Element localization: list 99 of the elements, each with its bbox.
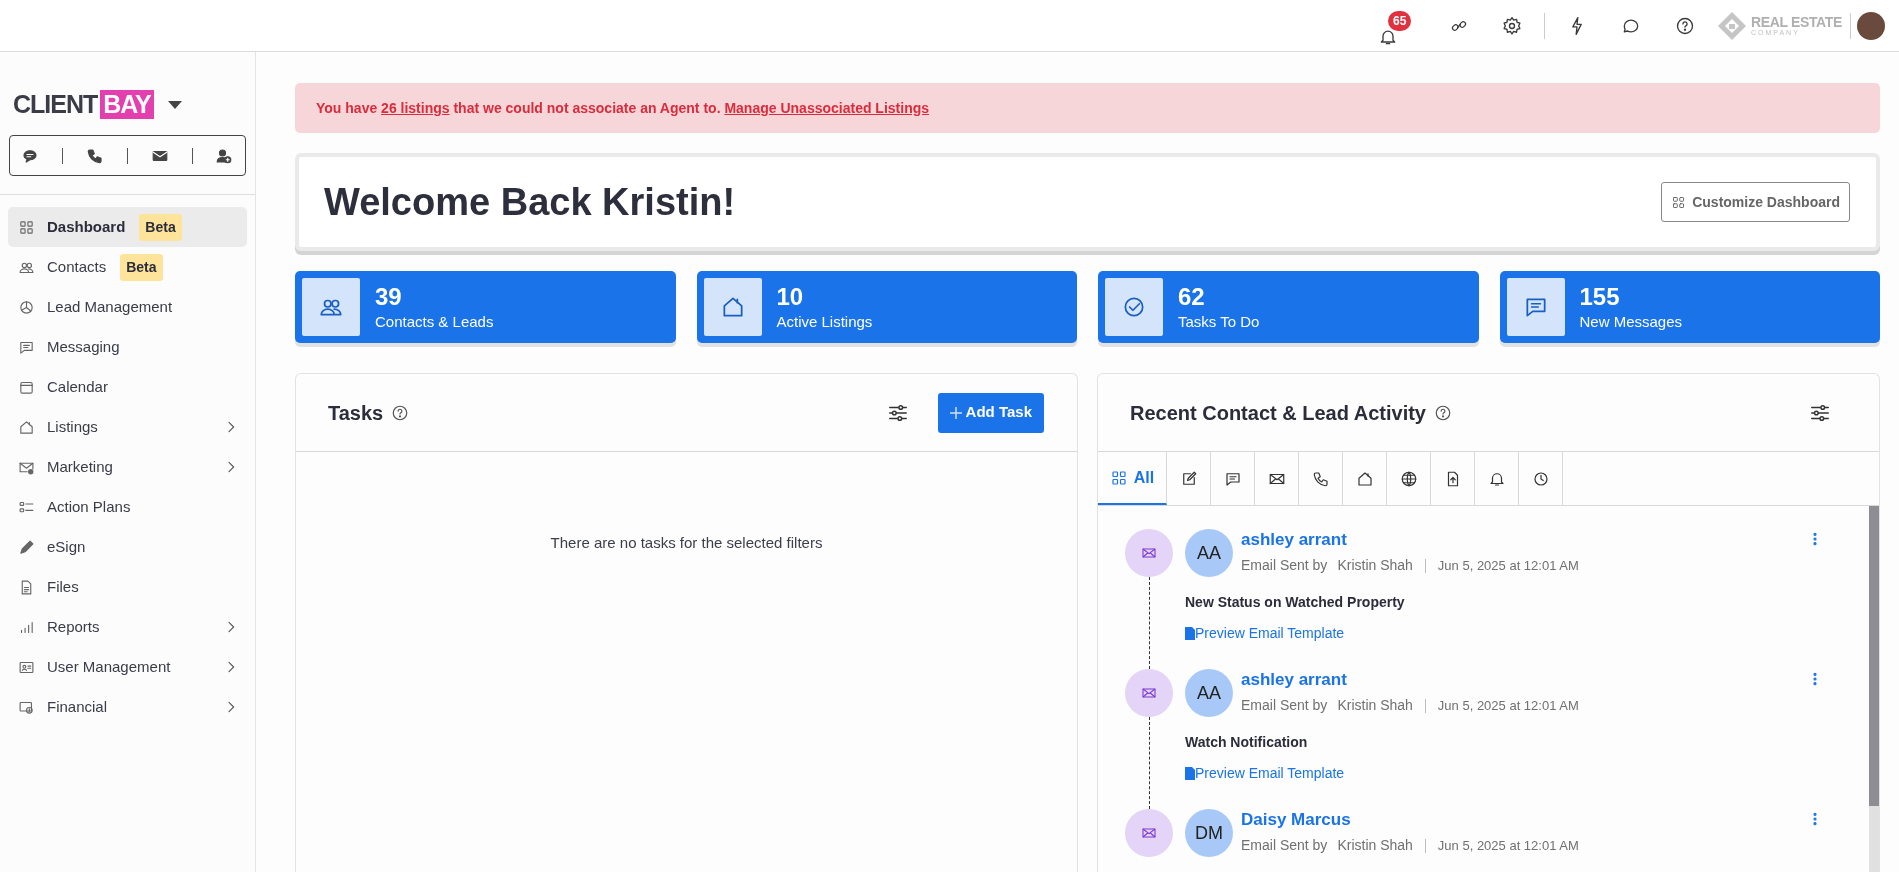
tasks-title: Tasks [328, 400, 384, 426]
sidebar-item[interactable]: eSign [8, 527, 247, 567]
stat-label: Active Listings [776, 312, 873, 332]
welcome-title: Welcome Back Kristin! [324, 179, 736, 225]
stat-value: 10 [776, 282, 805, 312]
sidebar-item-label: Dashboard [47, 216, 126, 237]
sidebar-item-label: Contacts [47, 256, 107, 277]
diamond-logo-icon [1716, 10, 1747, 41]
sidebar-item-label: Messaging [47, 336, 120, 357]
activity-title: Recent Contact & Lead Activity [1130, 400, 1426, 426]
logo-text: CLIENT [13, 92, 98, 117]
brand-name: REAL ESTATE [1750, 15, 1842, 29]
stat-label: Contacts & Leads [375, 312, 494, 332]
sidebar-item-label: Marketing [47, 456, 113, 477]
add-person-icon [215, 146, 234, 165]
sidebar-item-label: User Management [47, 656, 171, 677]
sidebar-item-label: Files [47, 576, 79, 597]
avatar[interactable] [1857, 11, 1885, 40]
document-icon [1185, 767, 1195, 780]
sidebar-item-label: Calendar [47, 376, 108, 397]
house-icon [18, 418, 35, 436]
call-button[interactable] [86, 146, 105, 165]
sidebar-item[interactable]: Calendar [8, 367, 247, 407]
sidebar-item[interactable]: Marketing [8, 447, 247, 487]
logo-badge: BAY [100, 90, 154, 119]
help-button[interactable] [1674, 15, 1695, 36]
sidebar-item[interactable]: Action Plans [8, 487, 247, 527]
phone-icon [86, 146, 105, 165]
grid-icon [18, 218, 35, 236]
envelope-icon [1141, 825, 1157, 841]
sidebar-item[interactable]: Files [8, 567, 247, 607]
plus-icon [949, 406, 962, 419]
grid-icon [1671, 194, 1687, 210]
sidebar-item[interactable]: Contacts Beta [8, 247, 247, 287]
add-task-button[interactable]: Add Task [937, 392, 1044, 433]
sidebar-item[interactable]: User Management [8, 647, 247, 687]
phone-icon [1311, 469, 1330, 488]
stat-value: 39 [375, 282, 403, 312]
stat-label: Tasks To Do [1178, 312, 1260, 332]
logo-dropdown-caret[interactable] [167, 100, 182, 109]
sidebar-item[interactable]: Financial [8, 687, 247, 727]
envelope-icon [1141, 685, 1157, 701]
sidebar-item[interactable]: Listings [8, 407, 247, 447]
sidebar-item-label: Action Plans [47, 496, 131, 517]
email-subject: New Status on Watched Property [1185, 593, 1406, 612]
pen-icon [18, 538, 35, 556]
help-icon [1434, 403, 1452, 422]
listings-link[interactable]: 26 listings [381, 99, 450, 116]
globe-icon [1399, 469, 1418, 488]
contact-name-link[interactable]: ashley arrant [1241, 529, 1347, 551]
settings-icon [1501, 15, 1522, 36]
preview-email-template-link[interactable]: Preview Email Template [1185, 763, 1345, 784]
sidebar-item-label: eSign [47, 536, 86, 557]
sidebar-item[interactable]: Lead Management [8, 287, 247, 327]
contact-avatar: AA [1185, 529, 1233, 577]
preview-email-template-link[interactable]: Preview Email Template [1185, 623, 1345, 644]
activity-tab[interactable]: All [1098, 452, 1167, 505]
help-icon [1674, 15, 1695, 36]
contact-avatar: DM [1185, 809, 1233, 857]
notification-count-badge: 65 [1387, 10, 1412, 31]
stat-value: 155 [1579, 282, 1621, 312]
activity-author: Kristin Shah [1337, 696, 1413, 715]
activity-time: Jun 5, 2025 at 12:01 AM [1437, 696, 1579, 715]
stat-label: New Messages [1579, 312, 1683, 332]
sidebar-item[interactable]: Dashboard Beta [8, 207, 247, 247]
sidebar-item-label: Reports [47, 616, 100, 637]
activity-author: Kristin Shah [1337, 836, 1413, 855]
notifications-button[interactable]: 65 [1377, 10, 1416, 47]
sidebar-item-label: Listings [47, 416, 98, 437]
envelope-icon [1141, 545, 1157, 561]
manage-listings-link[interactable]: Manage Unassociated Listings [724, 99, 930, 116]
contact-name-link[interactable]: ashley arrant [1241, 669, 1347, 691]
sidebar-item[interactable]: Messaging [8, 327, 247, 367]
clock-icon [1531, 469, 1550, 488]
activity-action: Email Sent by [1241, 836, 1328, 855]
sidebar-item-label: Financial [47, 696, 108, 717]
document-icon [1185, 627, 1195, 640]
beta-badge: Beta [120, 253, 163, 281]
activity-action: Email Sent by [1241, 696, 1328, 715]
grid-icon [1109, 468, 1128, 487]
sidebar-item[interactable]: Reports [8, 607, 247, 647]
activity-time: Jun 5, 2025 at 12:01 AM [1437, 836, 1579, 855]
empty-tasks-message: There are no tasks for the selected filters [550, 533, 823, 553]
contact-name-link[interactable]: Daisy Marcus [1241, 809, 1351, 831]
add-contact-button[interactable] [215, 146, 234, 165]
caret-icon [167, 100, 182, 109]
sidebar-item-label: Lead Management [47, 296, 173, 317]
customize-dashboard-button[interactable]: Customize Dashboard [1661, 182, 1850, 222]
alert-message: You have 26 listings that we could not associate an Agent to. Manage Unassociated Listings [316, 98, 930, 118]
email-subject: Watch Notification [1185, 733, 1309, 752]
contact-avatar: AA [1185, 669, 1233, 717]
pie-chart-icon [18, 298, 35, 316]
activity-author: Kristin Shah [1337, 556, 1413, 575]
settings-button[interactable] [1501, 15, 1522, 36]
activity-time: Jun 5, 2025 at 12:01 AM [1437, 556, 1579, 575]
stat-value: 62 [1178, 282, 1206, 312]
beta-badge: Beta [139, 213, 182, 241]
activity-action: Email Sent by [1241, 556, 1328, 575]
help-icon [391, 403, 410, 422]
